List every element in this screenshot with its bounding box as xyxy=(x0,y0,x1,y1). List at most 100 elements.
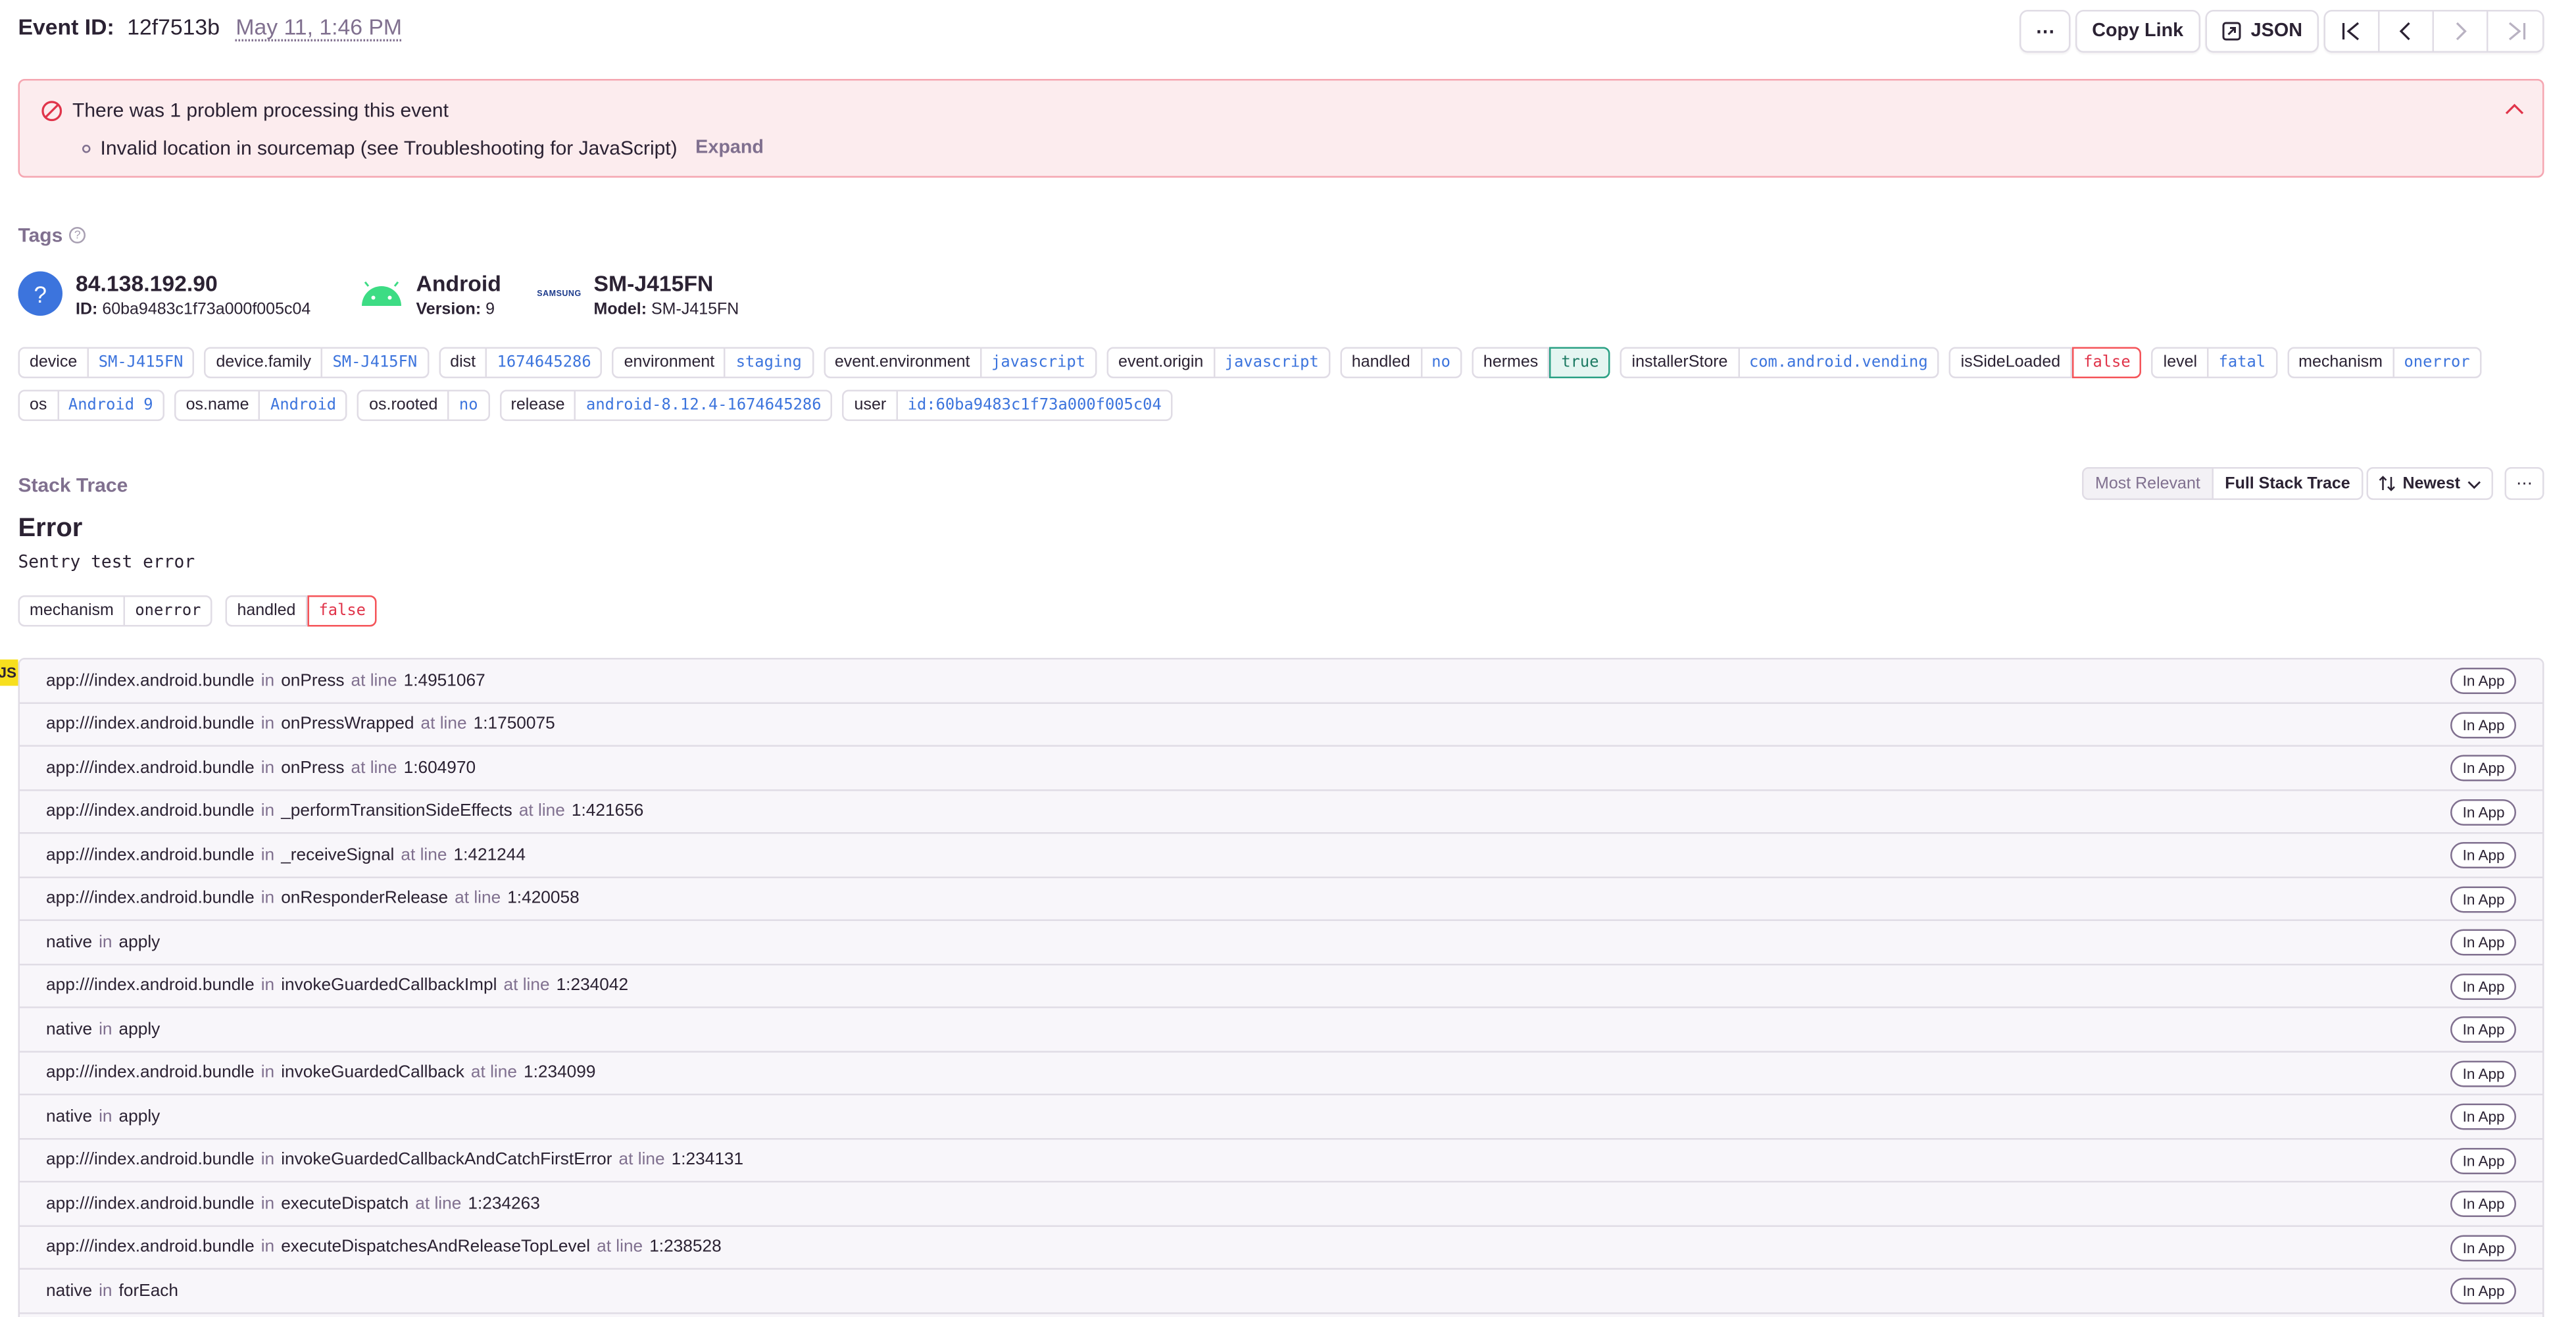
tag-pill[interactable]: event.origin javascript xyxy=(1106,347,1331,378)
tag-value[interactable]: onerror xyxy=(2394,349,2479,377)
frame-line-number: 1:234131 xyxy=(671,1150,744,1170)
json-button[interactable]: JSON xyxy=(2204,10,2319,53)
tag-value[interactable]: Android xyxy=(260,391,346,420)
stack-frame-row[interactable]: app:///index.android.bundle in executeDisp… xyxy=(20,1226,2542,1270)
event-date[interactable]: May 11, 1:46 PM xyxy=(235,15,402,40)
event-navigation xyxy=(2323,10,2544,53)
tag-pill[interactable]: handled no xyxy=(1340,347,1462,378)
android-icon xyxy=(359,272,403,316)
tag-value[interactable]: 1674645286 xyxy=(487,349,601,377)
tag-value[interactable]: false xyxy=(307,595,378,627)
tag-value[interactable]: javascript xyxy=(1215,349,1329,377)
stack-more-button[interactable]: ⋯ xyxy=(2504,467,2544,500)
frame-filename: app:///index.android.bundle xyxy=(46,1193,255,1214)
tag-pill[interactable]: environment staging xyxy=(612,347,814,378)
in-app-badge: In App xyxy=(2451,1191,2516,1217)
previous-event-button[interactable] xyxy=(2380,11,2434,51)
stack-frame-row[interactable]: app:///index.android.bundle in onPressWrap… xyxy=(20,703,2542,747)
tags-title-text: Tags xyxy=(18,224,63,247)
tag-value[interactable]: no xyxy=(449,391,488,420)
tag-value[interactable]: onerror xyxy=(125,597,211,626)
frame-in-label: in xyxy=(260,1150,275,1170)
stack-frame-row[interactable]: app:///index.android.bundle in _receiveSig… xyxy=(20,833,2542,878)
stack-frame-row[interactable]: app:///index.android.bundle in onPress at l… xyxy=(20,747,2542,791)
tag-key: mechanism xyxy=(2289,349,2394,377)
tag-value[interactable]: com.android.vending xyxy=(1739,349,1938,377)
os-name: Android xyxy=(416,271,501,297)
stack-frame-row[interactable]: app:///index.android.bundle in invokeGuard… xyxy=(20,1139,2542,1183)
user-context: ? 84.138.192.90 ID: 60ba9483c1f73a000f00… xyxy=(18,271,310,320)
tag-value[interactable]: staging xyxy=(726,349,812,377)
copy-link-button[interactable]: Copy Link xyxy=(2075,10,2200,53)
event-id[interactable]: 12f7513b xyxy=(127,15,220,40)
stack-frame-row[interactable]: native in apply In App xyxy=(20,921,2542,965)
tag-pill[interactable]: os Android 9 xyxy=(18,389,165,421)
frame-function: invokeGuardedCallbackAndCatchFirstError xyxy=(281,1150,612,1170)
expand-link[interactable]: Expand xyxy=(695,138,764,158)
sort-dropdown[interactable]: Newest xyxy=(2366,467,2493,500)
tag-pill[interactable]: os.rooted no xyxy=(357,389,490,421)
first-event-button[interactable] xyxy=(2325,11,2380,51)
tag-pill[interactable]: user id:60ba9483c1f73a000f005c04 xyxy=(843,389,1174,421)
in-app-badge: In App xyxy=(2451,1103,2516,1130)
alert-item-text: Invalid location in sourcemap (see Troub… xyxy=(100,136,678,160)
tag-value[interactable]: id:60ba9483c1f73a000f005c04 xyxy=(898,391,1172,420)
more-actions-button[interactable]: ⋯ xyxy=(2019,10,2071,53)
chevron-up-icon[interactable] xyxy=(2505,101,2525,120)
last-icon xyxy=(2508,22,2525,41)
stack-frame-row[interactable]: app:///index.android.bundle in executeDisp… xyxy=(20,1182,2542,1226)
last-event-button[interactable] xyxy=(2489,12,2543,51)
tag-pill[interactable]: isSideLoaded false xyxy=(1949,347,2143,378)
frame-in-label: in xyxy=(260,801,275,822)
full-stack-trace-button[interactable]: Full Stack Trace xyxy=(2213,468,2362,499)
tag-value[interactable]: javascript xyxy=(981,349,1095,377)
stack-frame-row[interactable]: native in apply In App xyxy=(20,1095,2542,1139)
tags-row-2: os Android 9 os.name Android os.rooted no rele… xyxy=(18,389,1174,421)
first-icon xyxy=(2342,22,2360,41)
frame-function: apply xyxy=(118,932,161,952)
tag-pill[interactable]: release android-8.12.4-1674645286 xyxy=(499,389,833,421)
user-id-label: ID: xyxy=(76,301,98,320)
tag-pill[interactable]: event.environment javascript xyxy=(823,347,1097,378)
tag-pill[interactable]: device.family SM-J415FN xyxy=(204,347,429,378)
frame-at-line-label: at line xyxy=(597,1237,643,1257)
stack-frame-row[interactable]: native in apply In App xyxy=(20,1008,2542,1052)
tag-pill[interactable]: dist 1674645286 xyxy=(438,347,603,378)
stack-frame-row[interactable]: native in forEach In App xyxy=(20,1270,2542,1314)
tag-value[interactable]: android-8.12.4-1674645286 xyxy=(576,391,831,420)
most-relevant-button[interactable]: Most Relevant xyxy=(2083,468,2214,499)
tag-value[interactable]: true xyxy=(1549,347,1611,378)
stack-frame-row[interactable]: app:///index.android.bundle in onPress at l… xyxy=(20,659,2542,703)
tag-pill[interactable]: installerStore com.android.vending xyxy=(1620,347,1940,378)
tag-value[interactable]: fatal xyxy=(2209,349,2276,377)
tag-value[interactable]: Android 9 xyxy=(59,391,163,420)
tag-pill[interactable]: level fatal xyxy=(2152,347,2277,378)
user-id-line: ID: 60ba9483c1f73a000f005c04 xyxy=(76,301,310,320)
tag-pill[interactable]: device SM-J415FN xyxy=(18,347,195,378)
os-version-label: Version: xyxy=(416,301,482,320)
frame-function: executeDispatchesAndReleaseTopLevel xyxy=(281,1237,591,1257)
stack-frame-row[interactable]: app:///index.android.bundle in _performTra… xyxy=(20,790,2542,834)
tag-value[interactable]: false xyxy=(2071,347,2143,378)
tag-value[interactable]: no xyxy=(1422,349,1460,377)
tag-value[interactable]: SM-J415FN xyxy=(89,349,193,377)
tag-pill[interactable]: hermes true xyxy=(1472,347,1611,378)
chevron-right-icon xyxy=(2456,22,2467,41)
tag-pill[interactable]: mechanism onerror xyxy=(18,595,212,627)
tag-key: level xyxy=(2154,349,2209,377)
next-event-button[interactable] xyxy=(2434,11,2489,51)
sort-icon xyxy=(2379,476,2395,491)
stack-frame-row[interactable]: app:///index.android.bundle in onResponder… xyxy=(20,877,2542,921)
stack-frame-row[interactable]: app:///index.android.bundle in invokeGuard… xyxy=(20,1051,2542,1095)
tag-key: hermes xyxy=(1474,349,1550,377)
frame-in-label: in xyxy=(260,976,275,996)
frame-line-number: 1:4951067 xyxy=(403,670,485,691)
tag-pill[interactable]: os.name Android xyxy=(174,389,348,421)
stack-frame-row[interactable] xyxy=(20,1313,2542,1317)
tag-pill[interactable]: handled false xyxy=(225,595,378,627)
tag-pill[interactable]: mechanism onerror xyxy=(2287,347,2482,378)
tag-value[interactable]: SM-J415FN xyxy=(323,349,428,377)
stack-frame-row[interactable]: app:///index.android.bundle in invokeGuard… xyxy=(20,964,2542,1008)
frame-function: onPress xyxy=(281,670,345,691)
help-icon[interactable]: ? xyxy=(69,227,86,243)
